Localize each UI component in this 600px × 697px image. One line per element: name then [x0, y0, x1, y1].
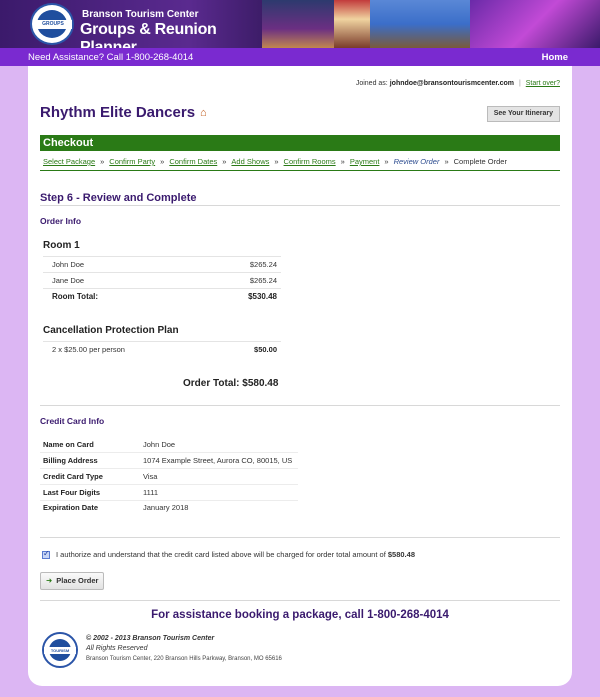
checkout-steps: Select Package » Confirm Party » Confirm Dat…: [43, 157, 507, 166]
banner-photo-dancer: [262, 0, 334, 48]
cc-value: Visa: [143, 472, 158, 481]
start-over-link[interactable]: Start over?: [526, 80, 560, 87]
footer-text: © 2002 - 2013 Branson Tourism Center All…: [86, 634, 282, 664]
joined-email: johndoe@bransontourismcenter.com: [389, 80, 515, 87]
home-icon[interactable]: ⌂: [200, 107, 207, 119]
credit-card-heading: Credit Card Info: [40, 416, 105, 426]
page-title: Rhythm Elite Dancers ⌂: [40, 104, 207, 121]
top-nav-bar: Need Assistance? Call 1-800-268-4014 Hom…: [0, 48, 600, 66]
order-info-divider: [40, 405, 560, 406]
main-card: Joined as: johndoe@bransontourismcenter.…: [28, 66, 572, 686]
cc-value: 1074 Example Street, Aurora CO, 80015, U…: [143, 456, 293, 465]
brand-title: Groups & Reunion Planner: [80, 21, 217, 48]
step-add-shows[interactable]: Add Shows: [231, 157, 269, 166]
joined-as: Joined as: johndoe@bransontourismcenter.…: [356, 80, 560, 87]
authorize-text: I authorize and understand that the cred…: [56, 550, 386, 559]
package-name: Rhythm Elite Dancers: [40, 104, 196, 121]
place-order-button[interactable]: ➜ Place Order: [40, 572, 104, 590]
authorize-amount: $580.48: [387, 550, 415, 559]
step-separator: »: [222, 157, 227, 166]
guest-name: Jane Doe: [52, 276, 85, 285]
step-separator: »: [100, 157, 105, 166]
cancellation-row: 2 x $25.00 per person $50.00: [43, 341, 281, 357]
cc-value: John Doe: [143, 440, 176, 449]
see-itinerary-button[interactable]: See Your Itinerary: [486, 106, 560, 122]
step-separator: »: [160, 157, 165, 166]
logo-area[interactable]: GROUPS Branson Tourism Center Groups & R…: [0, 0, 270, 48]
cc-divider: [40, 500, 298, 501]
arrow-right-icon: ➜: [46, 576, 53, 585]
cc-value: 1111: [143, 488, 159, 497]
guest-price: $265.24: [249, 276, 277, 285]
cc-value: January 2018: [143, 503, 189, 512]
banner-photo-coaster: [370, 0, 470, 48]
header-banner: GROUPS Branson Tourism Center Groups & R…: [0, 0, 600, 48]
joined-divider: |: [518, 80, 521, 87]
room-title: Room 1: [43, 240, 80, 251]
assistance-banner: For assistance booking a package, call 1…: [151, 609, 449, 621]
joined-label: Joined as:: [355, 80, 388, 87]
footer-address: Branson Tourism Center, 220 Branson Hill…: [86, 656, 282, 662]
footer-divider: [40, 600, 560, 601]
room-total-row: Room Total: $530.48: [43, 288, 281, 304]
step-confirm-party[interactable]: Confirm Party: [109, 157, 155, 166]
step-complete-order: Complete Order: [453, 157, 507, 166]
step-heading-divider: [40, 205, 560, 206]
step-heading: Step 6 - Review and Complete: [40, 192, 197, 204]
credit-card-divider: [40, 537, 560, 538]
authorize-checkbox[interactable]: [42, 549, 50, 560]
guest-price: $265.24: [249, 260, 277, 269]
step-review-order-current: Review Order: [393, 157, 440, 166]
step-separator: »: [384, 157, 389, 166]
checkout-bar: Checkout: [40, 135, 560, 151]
room-total-value: $530.48: [248, 292, 277, 301]
cc-divider: [40, 452, 298, 453]
cc-label: Last Four Digits: [43, 488, 101, 497]
banner-photo-flag: [334, 0, 370, 48]
seal-text: GROUPS: [34, 20, 72, 29]
room-guest-row: Jane Doe $265.24: [43, 272, 281, 288]
cancellation-value: $50.00: [254, 345, 277, 354]
steps-divider: [40, 170, 560, 171]
place-order-label: Place Order: [56, 576, 99, 585]
guest-name: John Doe: [52, 260, 85, 269]
footer-logo-icon: TOURISM: [42, 632, 78, 668]
rights-reserved: All Rights Reserved: [86, 645, 148, 652]
step-separator: »: [274, 157, 279, 166]
cc-label: Expiration Date: [43, 503, 99, 512]
step-confirm-dates[interactable]: Confirm Dates: [169, 157, 217, 166]
footer-seal-text: TOURISM: [44, 647, 76, 654]
brand-subtitle: Branson Tourism Center: [82, 9, 199, 20]
cc-divider: [40, 468, 298, 469]
cc-label: Credit Card Type: [43, 472, 103, 481]
step-select-package[interactable]: Select Package: [43, 157, 95, 166]
cc-label: Billing Address: [43, 456, 98, 465]
order-total: Order Total: $580.48: [183, 378, 279, 389]
cc-label: Name on Card: [43, 440, 94, 449]
assistance-phone: Need Assistance? Call 1-800-268-4014: [28, 52, 194, 63]
cc-divider: [40, 484, 298, 485]
banner-photo-show: [470, 0, 600, 48]
step-payment[interactable]: Payment: [350, 157, 380, 166]
home-link[interactable]: Home: [542, 52, 568, 63]
copyright: © 2002 - 2013 Branson Tourism Center: [86, 635, 215, 642]
room-total-label: Room Total:: [52, 292, 99, 301]
order-info-heading: Order Info: [40, 216, 82, 226]
cancellation-line: 2 x $25.00 per person: [52, 345, 125, 354]
authorize-row: I authorize and understand that the cred…: [42, 549, 415, 560]
step-separator: »: [444, 157, 449, 166]
step-confirm-rooms[interactable]: Confirm Rooms: [284, 157, 336, 166]
logo-seal-icon: GROUPS: [30, 3, 74, 45]
cancellation-title: Cancellation Protection Plan: [43, 325, 179, 336]
room-guest-row: John Doe $265.24: [43, 256, 281, 272]
step-separator: »: [340, 157, 345, 166]
